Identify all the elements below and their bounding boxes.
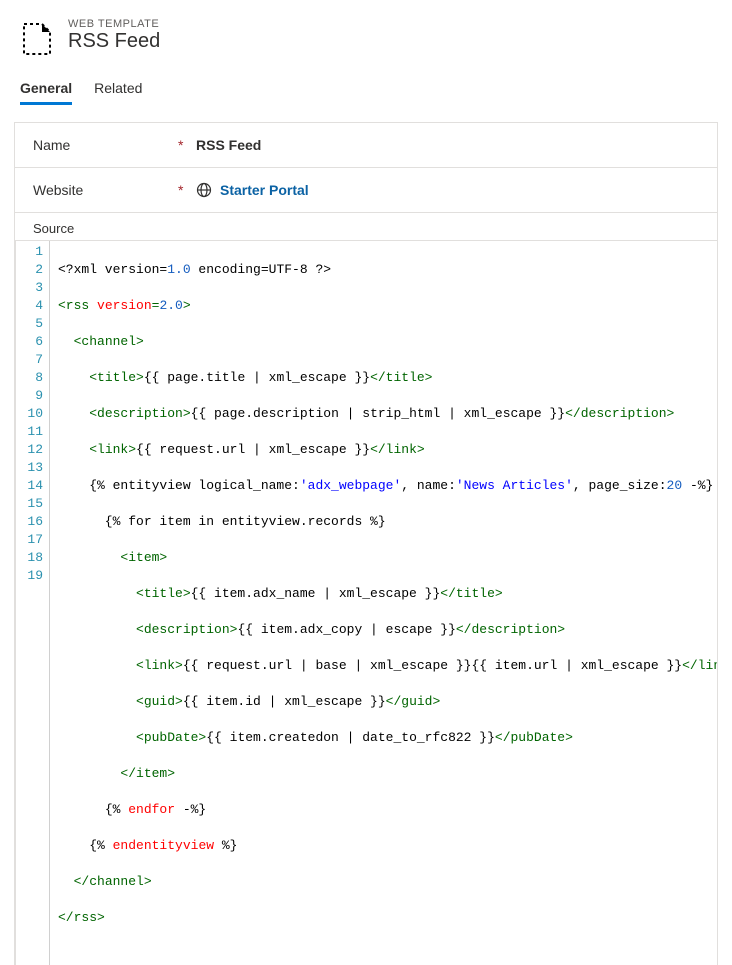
line-number-gutter: 12345678910111213141516171819	[16, 241, 50, 965]
line-number: 3	[18, 279, 43, 297]
tab-general[interactable]: General	[20, 76, 72, 105]
code-content[interactable]: <?xml version=1.0 encoding=UTF-8 ?> <rss…	[50, 241, 717, 965]
line-number: 15	[18, 495, 43, 513]
line-number: 2	[18, 261, 43, 279]
line-number: 14	[18, 477, 43, 495]
field-name-label: Name	[33, 137, 178, 153]
field-website-value[interactable]: Starter Portal	[196, 182, 309, 198]
tab-related[interactable]: Related	[94, 76, 142, 105]
line-number: 6	[18, 333, 43, 351]
line-number: 9	[18, 387, 43, 405]
required-marker: *	[178, 182, 196, 198]
line-number: 12	[18, 441, 43, 459]
line-number: 17	[18, 531, 43, 549]
field-website-label: Website	[33, 182, 178, 198]
document-icon	[20, 22, 54, 56]
line-number: 1	[18, 243, 43, 261]
field-name-value[interactable]: RSS Feed	[196, 137, 261, 153]
line-number: 10	[18, 405, 43, 423]
source-label: Source	[15, 213, 717, 241]
website-link-text: Starter Portal	[220, 182, 309, 198]
header-text: WEB TEMPLATE RSS Feed	[68, 18, 160, 53]
line-number: 16	[18, 513, 43, 531]
line-number: 18	[18, 549, 43, 567]
line-number: 13	[18, 459, 43, 477]
entity-type-label: WEB TEMPLATE	[68, 18, 160, 30]
line-number: 7	[18, 351, 43, 369]
line-number: 19	[18, 567, 43, 585]
line-number: 4	[18, 297, 43, 315]
code-editor[interactable]: 12345678910111213141516171819 <?xml vers…	[15, 241, 717, 965]
line-number: 5	[18, 315, 43, 333]
tab-bar: General Related	[0, 64, 732, 106]
line-number: 8	[18, 369, 43, 387]
field-name-row[interactable]: Name * RSS Feed	[15, 123, 717, 168]
required-marker: *	[178, 137, 196, 153]
form-panel: Name * RSS Feed Website * Starter Portal…	[14, 122, 718, 965]
record-title: RSS Feed	[68, 30, 160, 53]
page-header: WEB TEMPLATE RSS Feed	[0, 0, 732, 64]
globe-icon	[196, 182, 212, 198]
line-number: 11	[18, 423, 43, 441]
field-website-row[interactable]: Website * Starter Portal	[15, 168, 717, 213]
